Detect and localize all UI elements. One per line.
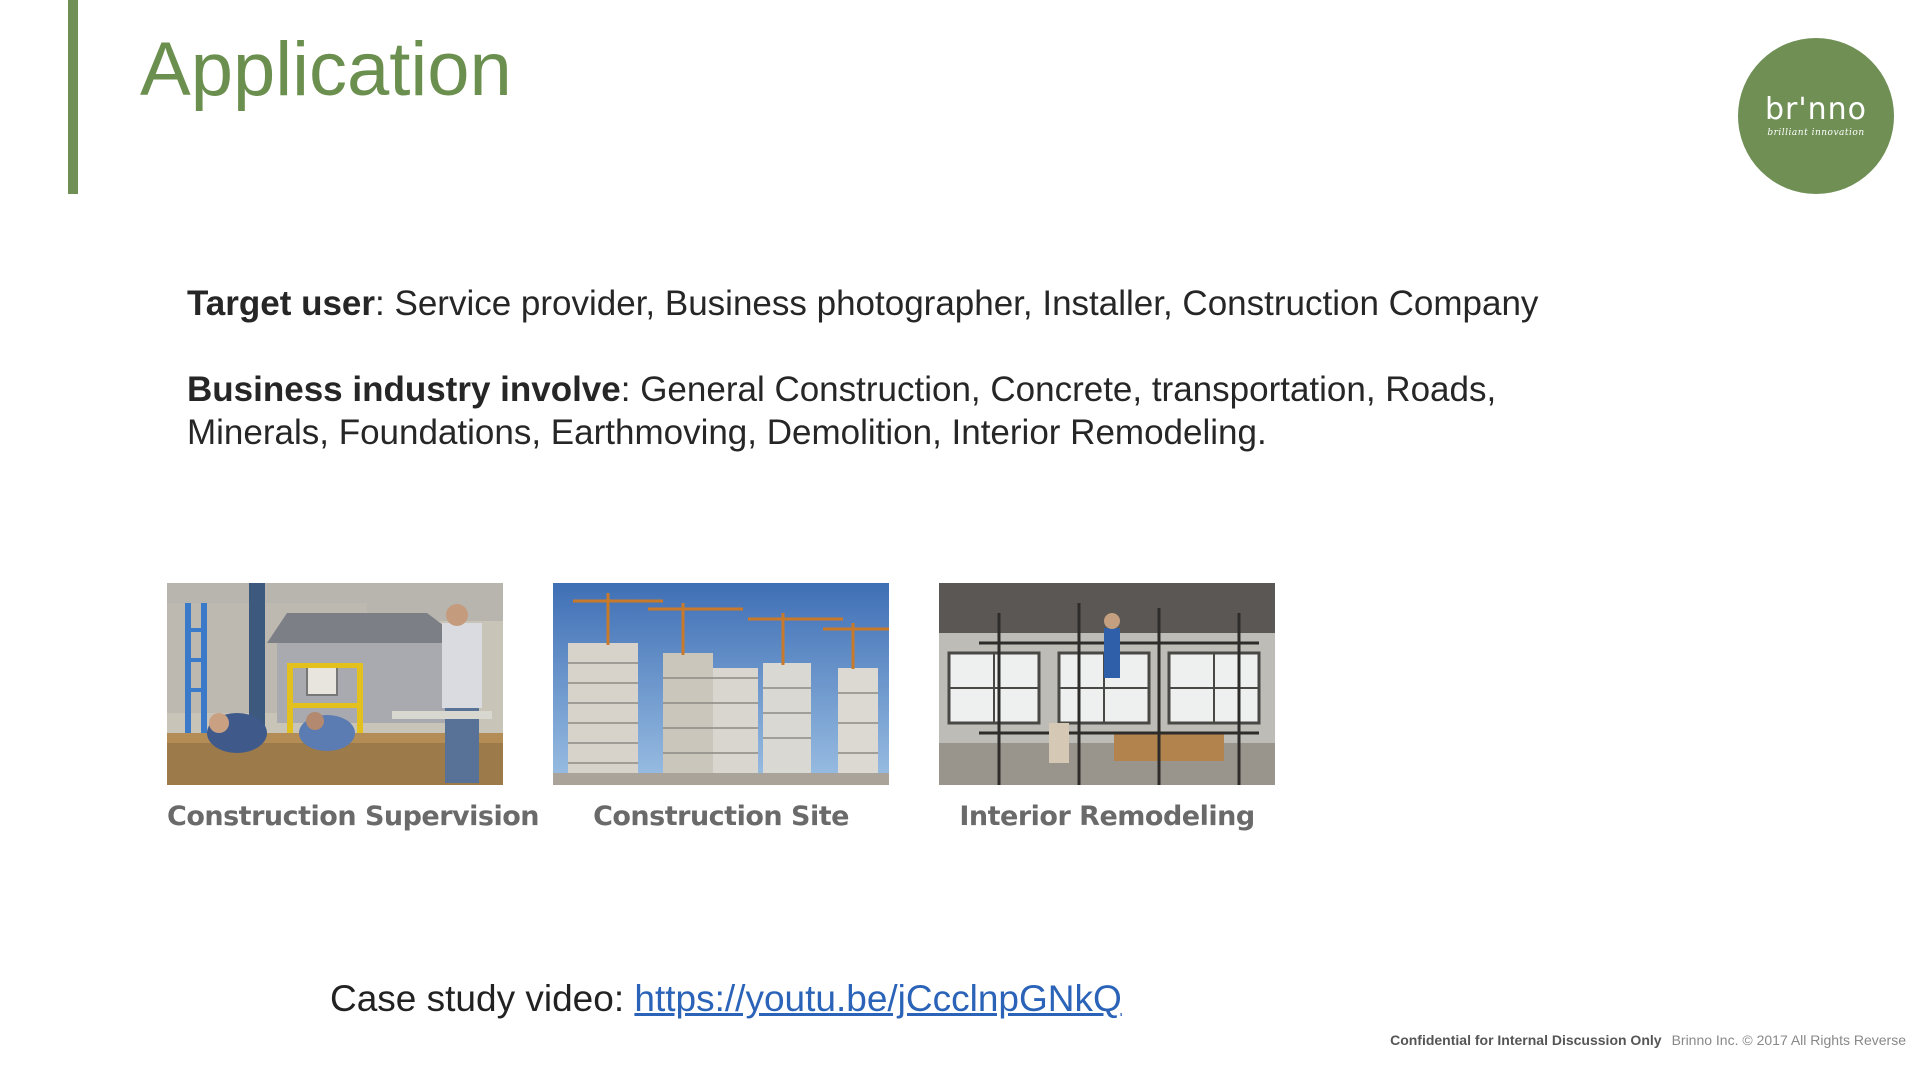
target-user-label: Target user — [187, 284, 376, 323]
gallery-caption: Construction Site — [593, 801, 849, 832]
copyright-notice: Brinno Inc. © 2017 All Rights Reverse — [1671, 1032, 1906, 1048]
target-user-paragraph: Target user: Service provider, Business … — [187, 282, 1637, 325]
slide-title: Application — [140, 27, 512, 112]
case-study-line: Case study video: https://youtu.be/jCccl… — [330, 978, 1122, 1020]
confidential-notice: Confidential for Internal Discussion Onl… — [1390, 1032, 1662, 1048]
industry-paragraph: Business industry involve: General Const… — [187, 368, 1637, 454]
highrise-cranes-photo — [553, 583, 889, 785]
case-study-label: Case study video: — [330, 978, 635, 1019]
gallery-card-interior: Interior Remodeling — [939, 583, 1275, 832]
brinno-logo: br'nno brilliant innovation — [1738, 38, 1894, 194]
scaffolding-interior-photo — [939, 583, 1275, 785]
gallery-caption: Interior Remodeling — [959, 801, 1255, 832]
footer: Confidential for Internal Discussion Onl… — [1390, 1032, 1906, 1048]
target-user-text: : Service provider, Business photographe… — [375, 284, 1539, 323]
industry-label: Business industry involve — [187, 370, 621, 409]
gallery-caption: Construction Supervision — [167, 801, 540, 832]
logo-tagline: brilliant innovation — [1767, 128, 1865, 138]
gallery-card-supervision: Construction Supervision — [167, 583, 540, 832]
gallery-card-site: Construction Site — [553, 583, 889, 832]
construction-workers-photo — [167, 583, 503, 785]
title-accent-bar — [68, 0, 78, 194]
logo-wordmark: br'nno — [1764, 92, 1867, 127]
case-study-link[interactable]: https://youtu.be/jCcclnpGNkQ — [634, 978, 1121, 1019]
